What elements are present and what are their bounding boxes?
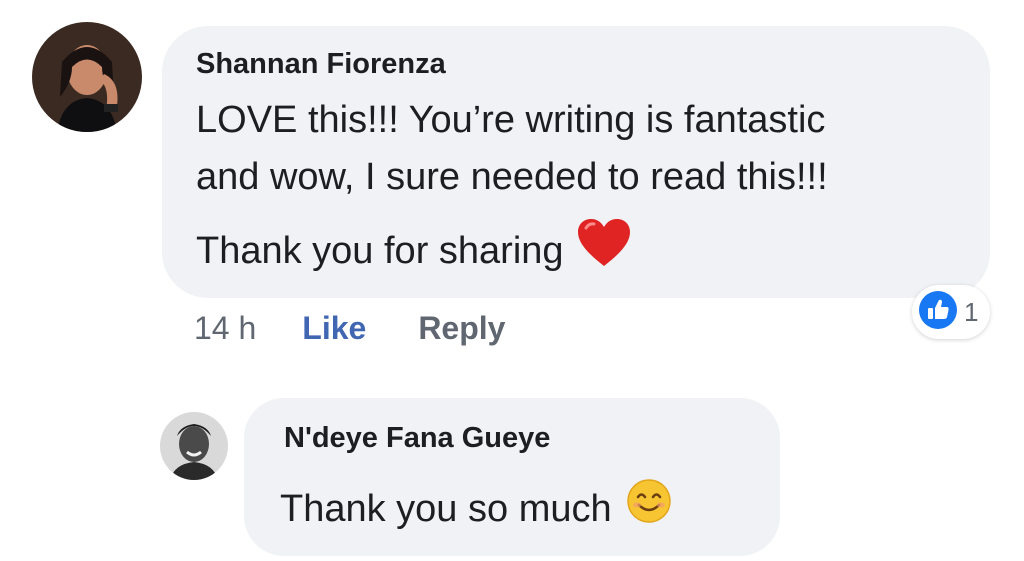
comment-author[interactable]: Shannan Fiorenza <box>196 48 446 81</box>
reply-button[interactable]: Reply <box>418 310 505 347</box>
comment-text-line: Thank you for sharing <box>196 218 632 285</box>
comment-actions: 14 h Like Reply <box>194 308 505 348</box>
comment-text: Thank you for sharing <box>196 230 564 272</box>
reaction-count-pill[interactable]: 1 <box>912 285 990 339</box>
like-button[interactable]: Like <box>302 310 366 347</box>
smiling-face-icon <box>626 478 672 541</box>
avatar-ndeye[interactable] <box>160 412 228 480</box>
comment-text-line: LOVE this!!! You’re writing is fantastic <box>196 99 826 141</box>
reaction-count: 1 <box>964 296 979 327</box>
comment-timestamp[interactable]: 14 h <box>194 310 256 347</box>
reply-bubble: N'deye Fana Gueye Thank you so much <box>244 398 780 556</box>
comment-text-line: and wow, I sure needed to read this!!! <box>196 156 828 198</box>
avatar-shannan[interactable] <box>32 22 142 132</box>
like-thumb-icon <box>918 290 958 335</box>
comment-text: Thank you so much <box>280 488 612 530</box>
comment-bubble: Shannan Fiorenza LOVE this!!! You’re wri… <box>162 26 990 298</box>
red-heart-icon <box>576 218 632 285</box>
comment-text-line: Thank you so much <box>280 478 672 541</box>
comment-author[interactable]: N'deye Fana Gueye <box>284 422 550 455</box>
